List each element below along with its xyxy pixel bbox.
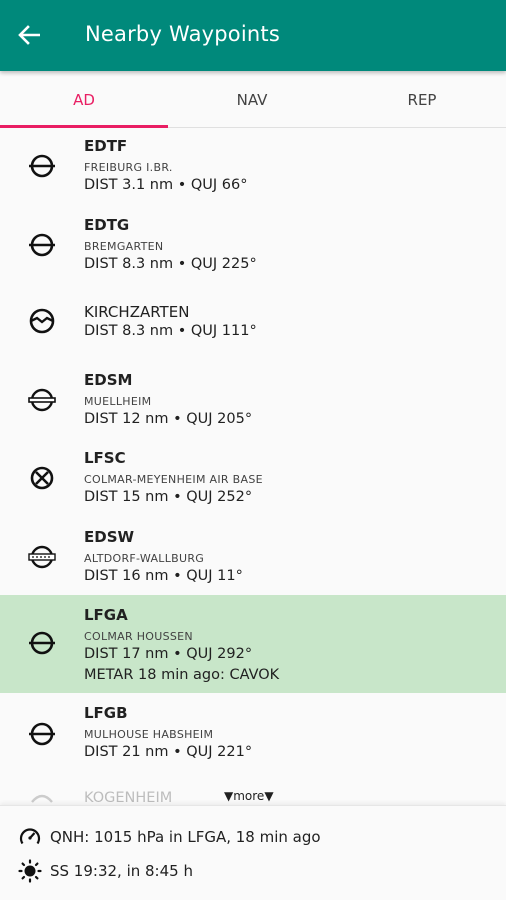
tab-bar: AD NAV REP — [0, 71, 506, 128]
airfield-icon — [29, 233, 55, 257]
list-item[interactable]: EDSM MUELLHEIM DIST 12 nm • QUJ 205° — [0, 363, 506, 441]
glider-site-icon — [31, 794, 53, 803]
arrow-back-icon — [18, 25, 40, 45]
waypoint-ident: LFGB — [84, 704, 128, 722]
waypoint-ident: EDTF — [84, 137, 128, 155]
waypoint-ident: LFSC — [84, 449, 126, 467]
qnh-text: QNH: 1015 hPa in LFGA, 18 min ago — [50, 828, 321, 846]
waypoint-distance: DIST 12 nm • QUJ 205° — [84, 411, 253, 427]
waypoint-ident: LFGA — [84, 606, 128, 624]
waypoint-name: COLMAR HOUSSEN — [84, 630, 193, 643]
list-item[interactable]: EDTG BREMGARTEN DIST 8.3 nm • QUJ 225° — [0, 207, 506, 285]
glider-site-icon — [29, 308, 55, 334]
sunset-text: SS 19:32, in 8:45 h — [50, 862, 193, 880]
waypoint-name: KOGENHEIM — [84, 790, 173, 806]
info-footer: QNH: 1015 hPa in LFGA, 18 min ago SS 19:… — [0, 805, 506, 900]
waypoint-distance: DIST 8.3 nm • QUJ 111° — [84, 323, 257, 339]
waypoint-ident: EDSM — [84, 371, 133, 389]
waypoint-distance: DIST 15 nm • QUJ 252° — [84, 489, 253, 505]
qnh-line: QNH: 1015 hPa in LFGA, 18 min ago — [18, 824, 321, 850]
waypoint-distance: DIST 3.1 nm • QUJ 66° — [84, 177, 248, 193]
waypoint-name: ALTDORF-WALLBURG — [84, 552, 205, 565]
list-item-selected[interactable]: LFGA COLMAR HOUSSEN DIST 17 nm • QUJ 292… — [0, 595, 506, 693]
waypoint-name: COLMAR-MEYENHEIM AIR BASE — [84, 473, 263, 486]
airfield-icon — [29, 722, 55, 746]
waypoint-ident: EDTG — [84, 216, 130, 234]
list-item[interactable]: EDSW ALTDORF-WALLBURG DIST 16 nm • QUJ 1… — [0, 521, 506, 595]
app-bar: Nearby Waypoints — [0, 0, 506, 71]
airfield-grass-icon — [28, 545, 56, 569]
military-airbase-icon — [30, 466, 54, 490]
waypoint-distance: DIST 16 nm • QUJ 11° — [84, 568, 243, 584]
tab-indicator — [0, 125, 168, 128]
list-item[interactable]: LFGB MULHOUSE HABSHEIM DIST 21 nm • QUJ … — [0, 693, 506, 783]
sun-icon — [18, 859, 42, 883]
waypoint-ident: EDSW — [84, 528, 135, 546]
waypoint-name: MUELLHEIM — [84, 395, 152, 408]
list-item[interactable]: EDTF FREIBURG I.BR. DIST 3.1 nm • QUJ 66… — [0, 129, 506, 207]
gauge-icon — [19, 828, 41, 845]
waypoint-distance: DIST 8.3 nm • QUJ 225° — [84, 256, 257, 272]
tab-nav[interactable]: NAV — [168, 71, 336, 128]
waypoint-name: MULHOUSE HABSHEIM — [84, 728, 214, 741]
waypoint-distance: DIST 17 nm • QUJ 292° — [84, 646, 253, 662]
waypoint-list[interactable]: EDTF FREIBURG I.BR. DIST 3.1 nm • QUJ 66… — [0, 129, 506, 805]
waypoint-name: FREIBURG I.BR. — [84, 161, 173, 174]
more-label[interactable]: ▼more▼ — [224, 789, 274, 803]
back-button[interactable] — [14, 20, 44, 50]
tab-rep[interactable]: REP — [338, 71, 506, 128]
page-title: Nearby Waypoints — [85, 22, 280, 46]
airfield-paved-icon — [28, 388, 56, 412]
airfield-icon — [29, 154, 55, 178]
airfield-icon — [29, 631, 55, 655]
waypoint-name: KIRCHZARTEN — [84, 303, 190, 321]
tab-ad[interactable]: AD — [0, 71, 168, 128]
waypoint-distance: DIST 21 nm • QUJ 221° — [84, 744, 253, 760]
list-item[interactable]: LFSC COLMAR-MEYENHEIM AIR BASE DIST 15 n… — [0, 441, 506, 521]
waypoint-name: BREMGARTEN — [84, 240, 164, 253]
metar-text: METAR 18 min ago: CAVOK — [84, 667, 280, 683]
sunset-line: SS 19:32, in 8:45 h — [18, 858, 193, 884]
list-item[interactable]: KIRCHZARTEN DIST 8.3 nm • QUJ 111° — [0, 285, 506, 363]
